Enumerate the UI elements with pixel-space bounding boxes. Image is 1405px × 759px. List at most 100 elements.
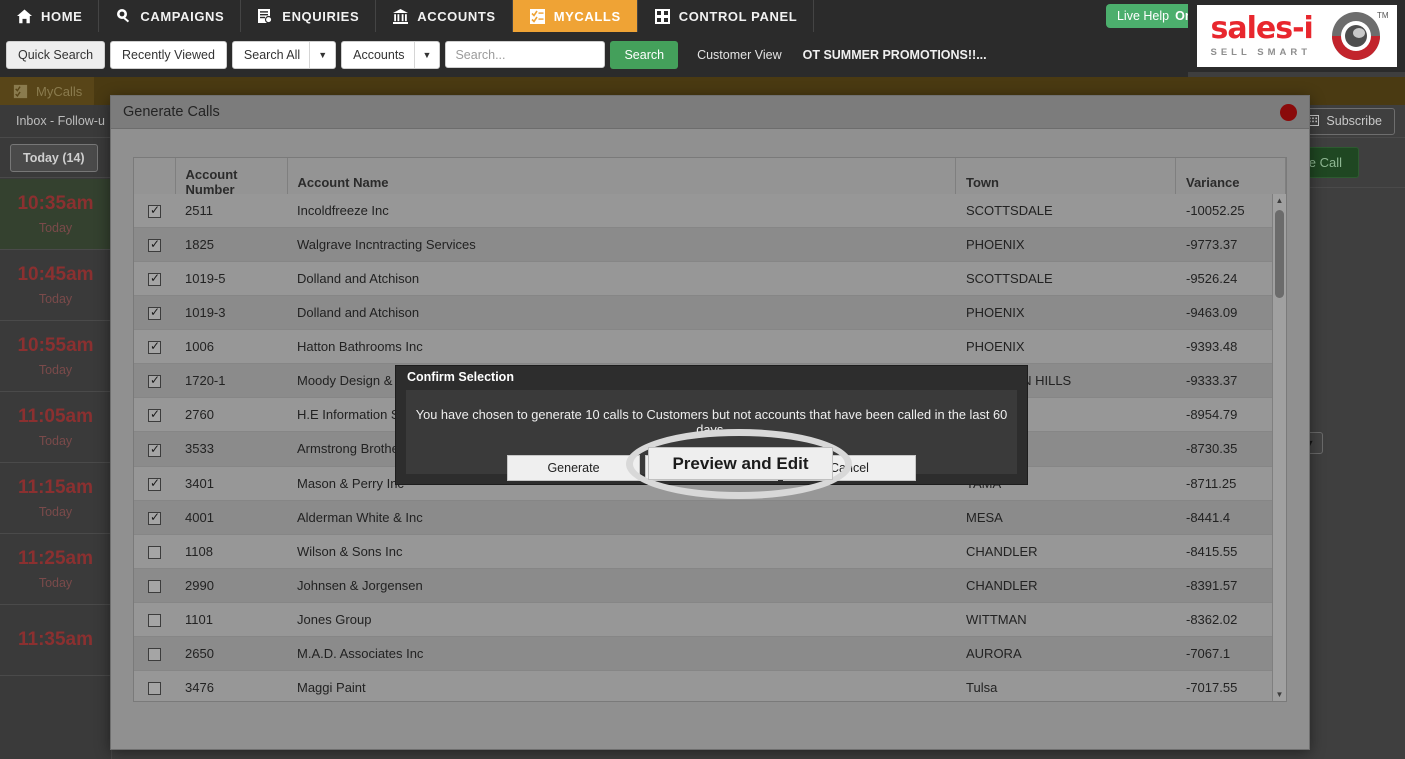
row-checkbox-cell[interactable] (134, 363, 175, 399)
table-row[interactable]: 1101 Jones Group WITTMAN -8362.02 (134, 602, 1286, 637)
cell-variance: -9333.37 (1176, 363, 1286, 399)
cell-variance: -9526.24 (1176, 261, 1286, 297)
row-checkbox[interactable] (148, 681, 161, 695)
cell-account-number: 1019-5 (175, 261, 287, 297)
nav-item-enquiries[interactable]: ENQUIRIES (241, 0, 377, 32)
row-checkbox[interactable] (148, 510, 161, 525)
row-checkbox-cell[interactable] (134, 568, 175, 603)
nav-item-control-panel[interactable]: CONTROL PANEL (638, 0, 815, 32)
row-checkbox[interactable] (148, 407, 161, 423)
row-checkbox-cell[interactable] (134, 636, 175, 671)
nav-label-campaigns: CAMPAIGNS (140, 8, 225, 24)
row-checkbox-cell[interactable] (134, 227, 175, 263)
search-input[interactable] (445, 41, 606, 68)
cell-account-name: Dolland and Atchison (287, 261, 956, 297)
nav-item-mycalls[interactable]: MYCALLS (512, 0, 638, 32)
cell-account-name: Jones Group (287, 602, 956, 637)
search-entity-dropdown[interactable]: Accounts ▼ (341, 40, 441, 69)
table-row[interactable]: 2990 Johnsen & Jorgensen CHANDLER -8391.… (134, 568, 1286, 603)
modal-header: Generate Calls (111, 96, 1309, 129)
cell-account-number: 1019-3 (175, 295, 287, 331)
table-row[interactable]: 1019-3 Dolland and Atchison PHOENIX -946… (134, 295, 1286, 331)
cell-variance: -9773.37 (1176, 227, 1286, 263)
row-checkbox-cell[interactable] (134, 534, 175, 569)
logo-name: sales-i (1210, 11, 1314, 46)
row-checkbox[interactable] (148, 237, 161, 253)
caret-down-icon[interactable]: ▼ (1273, 688, 1286, 701)
call-time: 10:55am (17, 335, 94, 356)
row-checkbox[interactable] (148, 476, 161, 491)
list-item[interactable]: 11:25am Today (0, 534, 111, 605)
row-checkbox-cell[interactable] (134, 670, 175, 701)
recently-viewed-button[interactable]: Recently Viewed (110, 40, 227, 69)
list-item[interactable]: 11:05am Today (0, 392, 111, 463)
row-checkbox[interactable] (148, 373, 161, 389)
table-row[interactable]: 1108 Wilson & Sons Inc CHANDLER -8415.55 (134, 534, 1286, 569)
table-row[interactable]: 1019-5 Dolland and Atchison SCOTTSDALE -… (134, 261, 1286, 297)
row-checkbox[interactable] (148, 442, 161, 457)
row-checkbox[interactable] (148, 305, 161, 321)
row-checkbox[interactable] (148, 647, 161, 661)
caret-up-icon[interactable]: ▲ (1273, 194, 1286, 207)
row-checkbox-cell[interactable] (134, 329, 175, 365)
cell-account-name: Alderman White & Inc (287, 500, 956, 535)
customer-view-link[interactable]: Customer View (697, 48, 782, 62)
row-checkbox-cell[interactable] (134, 295, 175, 331)
grid-panel-icon (654, 8, 671, 25)
generate-button[interactable]: Generate (507, 455, 640, 481)
row-checkbox[interactable] (148, 339, 161, 355)
table-row[interactable]: 2650 M.A.D. Associates Inc AURORA -7067.… (134, 636, 1286, 671)
cell-variance: -8415.55 (1176, 534, 1286, 569)
cell-town: MESA (956, 500, 1176, 535)
call-date: Today (38, 363, 73, 377)
tab-mycalls[interactable]: MyCalls (0, 77, 95, 105)
cell-town: SCOTTSDALE (956, 194, 1176, 229)
table-row[interactable]: 2511 Incoldfreeze Inc SCOTTSDALE -10052.… (134, 194, 1286, 229)
quick-search-button[interactable]: Quick Search (6, 40, 106, 69)
close-circle-icon[interactable] (1280, 104, 1297, 121)
row-checkbox-cell[interactable] (134, 466, 175, 501)
table-row[interactable]: 4001 Alderman White & Inc MESA -8441.4 (134, 500, 1286, 535)
cell-account-name: M.A.D. Associates Inc (287, 636, 956, 671)
row-checkbox-cell[interactable] (134, 397, 175, 433)
cell-variance: -8362.02 (1176, 602, 1286, 637)
nav-item-campaigns[interactable]: CAMPAIGNS (99, 0, 242, 32)
list-item[interactable]: 11:15am Today (0, 463, 111, 534)
row-checkbox-cell[interactable] (134, 194, 175, 229)
row-checkbox-cell[interactable] (134, 500, 175, 535)
scrollbar-thumb[interactable] (1275, 210, 1284, 298)
row-checkbox-cell[interactable] (134, 261, 175, 297)
row-checkbox[interactable] (148, 579, 161, 593)
cell-account-number: 1006 (175, 329, 287, 365)
table-vertical-scrollbar[interactable]: ▲ ▼ (1272, 194, 1286, 701)
table-row[interactable]: 1006 Hatton Bathrooms Inc PHOENIX -9393.… (134, 329, 1286, 365)
promo-ticker[interactable]: OT SUMMER PROMOTIONS!!... (803, 48, 987, 62)
search-button[interactable]: Search (610, 40, 679, 69)
row-checkbox[interactable] (148, 613, 161, 627)
list-item[interactable]: 10:45am Today (0, 250, 111, 321)
confirm-dialog-message: You have chosen to generate 10 calls to … (415, 407, 1008, 437)
call-time: 11:15am (17, 477, 93, 498)
row-checkbox[interactable] (148, 271, 161, 287)
search-scope-label: Search All (243, 47, 301, 62)
row-checkbox[interactable] (148, 545, 161, 559)
call-date: Today (38, 292, 73, 306)
row-checkbox[interactable] (148, 203, 161, 219)
list-item[interactable]: 10:55am Today (0, 321, 111, 392)
row-checkbox-cell[interactable] (134, 431, 175, 467)
search-scope-dropdown[interactable]: Search All ▼ (231, 40, 337, 69)
call-list[interactable]: 10:35am Today 10:45am Today 10:55am Toda… (0, 179, 111, 759)
logo-orb-icon (1331, 11, 1381, 61)
cell-account-number: 4001 (175, 500, 287, 535)
list-item[interactable]: 11:35am (0, 605, 111, 676)
row-checkbox-cell[interactable] (134, 602, 175, 637)
confirm-dialog-header: Confirm Selection (396, 366, 1027, 388)
nav-item-home[interactable]: HOME (0, 0, 100, 32)
list-item[interactable]: 10:35am Today (0, 179, 111, 250)
today-filter-button[interactable]: Today (14) (10, 143, 98, 172)
table-row[interactable]: 1825 Walgrave Incntracting Services PHOE… (134, 227, 1286, 263)
table-row[interactable]: 3476 Maggi Paint Tulsa -7017.55 (134, 670, 1286, 701)
home-icon (16, 8, 33, 25)
preview-and-edit-callout[interactable]: Preview and Edit (648, 447, 833, 480)
nav-item-accounts[interactable]: ACCOUNTS (376, 0, 513, 32)
